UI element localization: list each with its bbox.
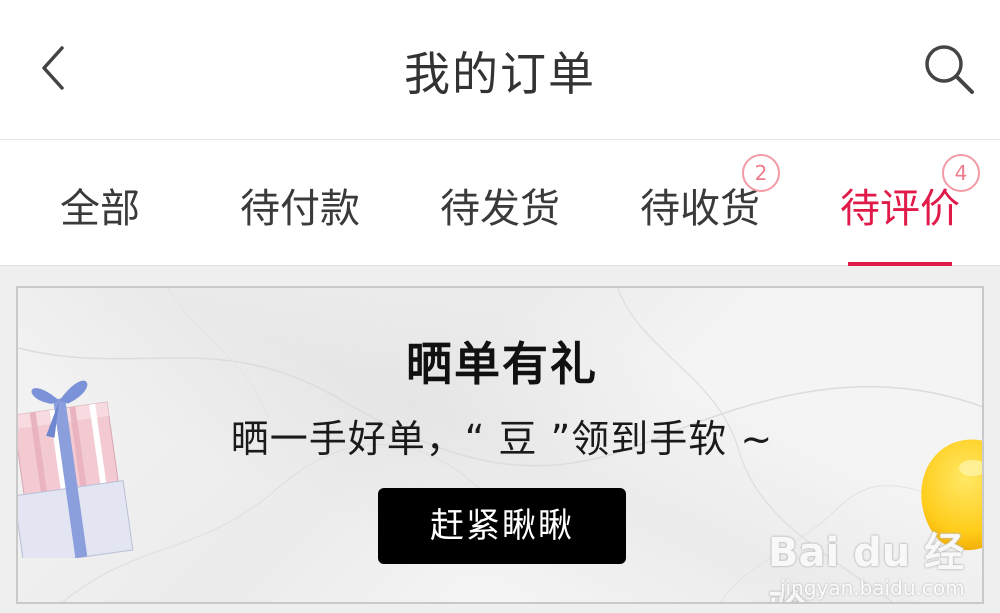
count-badge: 2 bbox=[742, 154, 780, 192]
tab-pending-payment[interactable]: 待付款 bbox=[200, 140, 400, 266]
page-title: 我的订单 bbox=[404, 47, 596, 101]
count-badge: 4 bbox=[942, 154, 980, 192]
search-button[interactable] bbox=[920, 40, 978, 98]
tab-label: 全部 bbox=[60, 186, 140, 232]
search-icon bbox=[925, 45, 974, 94]
content-area: 晒单有礼 晒一手好单，“ 豆 ”领到手软 ~ 赶紧瞅瞅 Bai du 经验 ji… bbox=[0, 266, 1000, 613]
tab-label: 待付款 bbox=[240, 186, 360, 232]
tab-pending-shipment[interactable]: 待发货 bbox=[400, 140, 600, 266]
order-tabs: 全部 待付款 待发货 待收货 2 待评价 4 bbox=[0, 140, 1000, 266]
header-bar: 我的订单 bbox=[0, 0, 1000, 140]
tab-label: 待发货 bbox=[440, 186, 560, 232]
tab-pending-review[interactable]: 待评价 4 bbox=[800, 140, 1000, 266]
check-it-out-button[interactable]: 赶紧瞅瞅 bbox=[378, 488, 626, 564]
baidu-watermark: Bai du 经验 jingyan.baidu.com bbox=[768, 520, 982, 602]
tab-pending-receipt[interactable]: 待收货 2 bbox=[600, 140, 800, 266]
banner-title: 晒单有礼 bbox=[406, 337, 598, 391]
watermark-url: jingyan.baidu.com bbox=[780, 576, 965, 600]
promo-banner[interactable]: 晒单有礼 晒一手好单，“ 豆 ”领到手软 ~ 赶紧瞅瞅 Bai du 经验 ji… bbox=[16, 286, 984, 604]
tab-all[interactable]: 全部 bbox=[0, 140, 200, 266]
banner-subtitle: 晒一手好单，“ 豆 ”领到手软 ~ bbox=[230, 417, 774, 461]
